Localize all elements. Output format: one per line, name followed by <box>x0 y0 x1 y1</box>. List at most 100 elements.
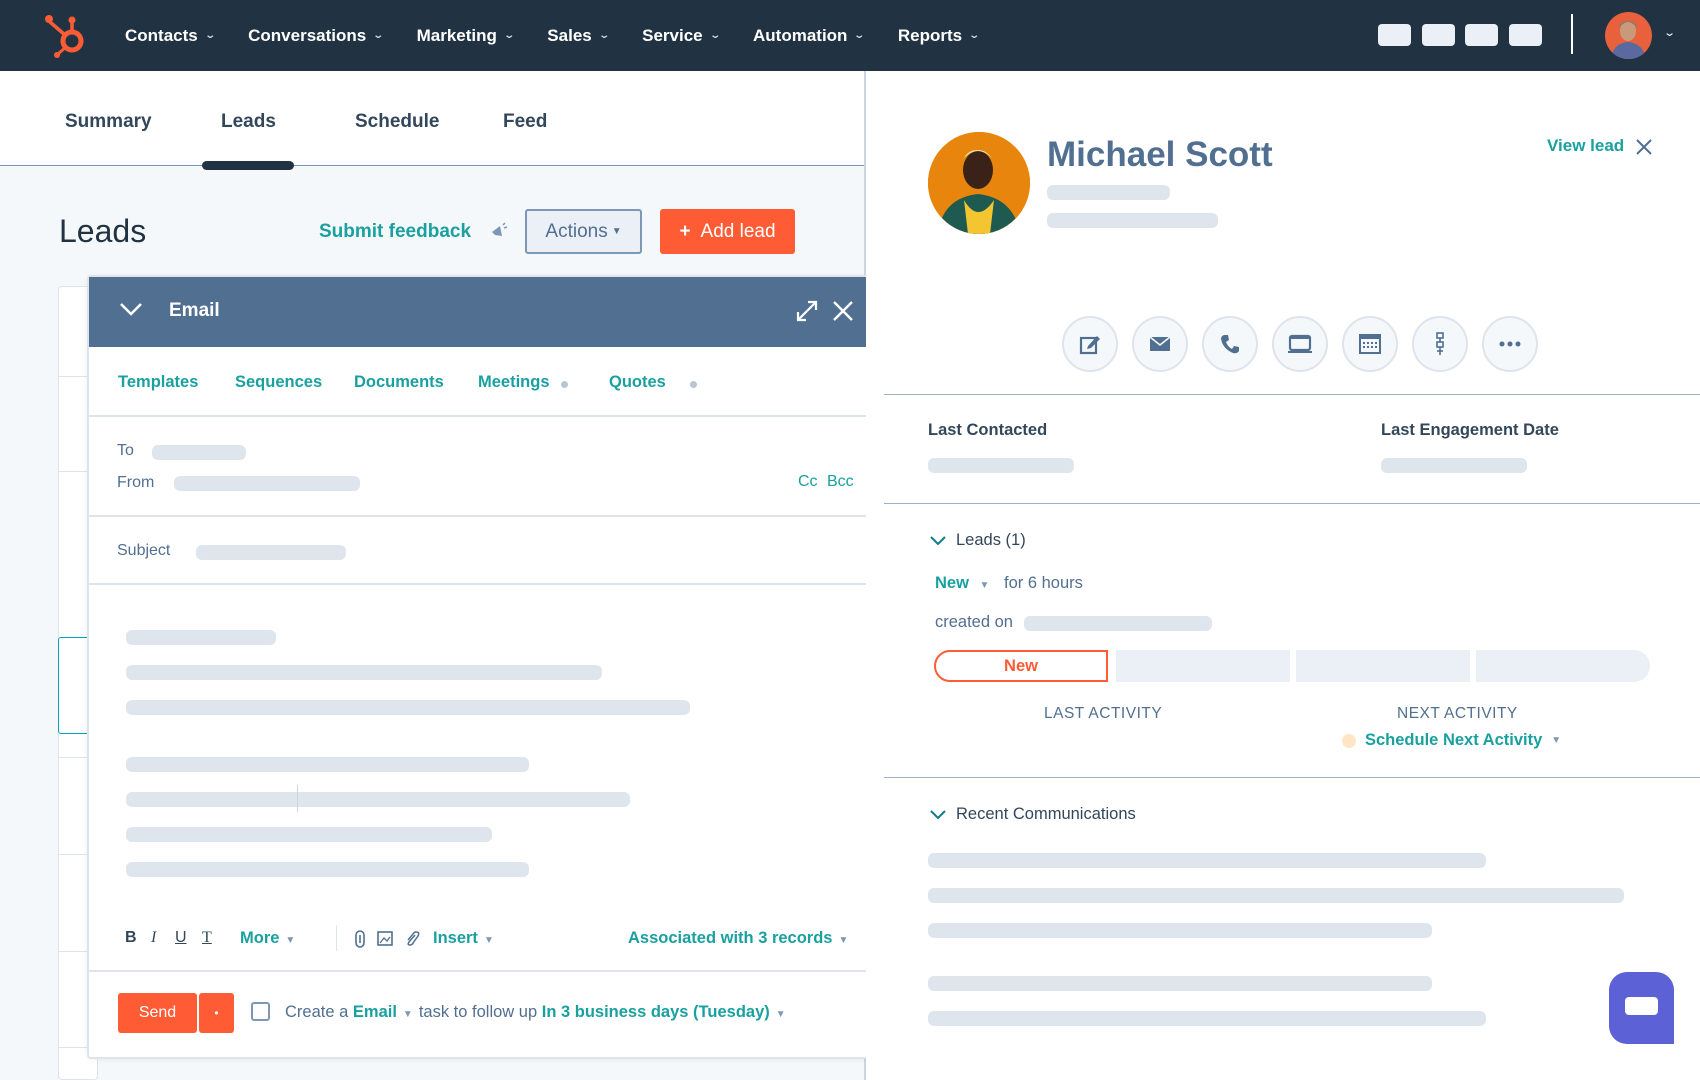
quotes-link[interactable]: Quotes <box>609 373 666 392</box>
tab-leads[interactable]: Leads <box>221 111 276 133</box>
tab-feed[interactable]: Feed <box>503 111 547 133</box>
chevron-down-icon <box>930 535 946 545</box>
body-text-placeholder <box>126 827 492 842</box>
bcc-link[interactable]: Bcc <box>827 473 854 491</box>
lead-status-dropdown[interactable]: New <box>935 574 969 592</box>
subject-field[interactable] <box>196 545 346 560</box>
utility-button-3[interactable] <box>1465 24 1498 46</box>
actions-label: Actions <box>545 220 608 242</box>
contact-preview-panel: Michael Scott View lead Last Contacted L… <box>866 71 1700 1080</box>
view-lead-link[interactable]: View lead <box>1547 136 1624 156</box>
send-options-button[interactable]: • <box>199 993 234 1033</box>
active-tab-indicator <box>202 161 294 170</box>
chat-launcher-button[interactable] <box>1609 972 1674 1044</box>
close-icon[interactable] <box>832 300 854 322</box>
add-lead-button[interactable]: + Add lead <box>660 209 795 254</box>
image-icon[interactable] <box>377 931 393 946</box>
status-dot <box>561 381 568 388</box>
hubspot-logo-icon[interactable] <box>44 12 90 58</box>
nav-divider <box>1571 14 1573 54</box>
submit-feedback-link[interactable]: Submit feedback <box>319 221 471 243</box>
chevron-down-icon: ⌄ <box>708 30 721 41</box>
meetings-link[interactable]: Meetings <box>478 373 550 392</box>
stage-segment[interactable] <box>1296 650 1470 682</box>
email-body-editor[interactable] <box>89 585 884 915</box>
from-field[interactable] <box>174 476 360 491</box>
underline-button[interactable]: U <box>175 929 187 947</box>
call-button[interactable] <box>1202 316 1258 372</box>
note-button[interactable] <box>1062 316 1118 372</box>
nav-service[interactable]: Service ⌄ <box>642 25 721 46</box>
body-text-placeholder <box>126 665 602 680</box>
caret-down-icon: ▼ <box>979 580 990 591</box>
utility-button-2[interactable] <box>1422 24 1455 46</box>
utility-button-1[interactable] <box>1378 24 1411 46</box>
to-field[interactable] <box>152 445 246 460</box>
communication-placeholder <box>928 1011 1486 1026</box>
schedule-next-activity-label: Schedule Next Activity <box>1365 731 1543 749</box>
expand-icon[interactable] <box>795 299 819 323</box>
sequence-button[interactable] <box>1412 316 1468 372</box>
tab-bar: Summary Leads Schedule Feed <box>0 71 864 170</box>
nav-marketing[interactable]: Marketing ⌄ <box>417 26 515 46</box>
sequences-link[interactable]: Sequences <box>235 373 322 392</box>
chevron-down-icon: ⌄ <box>968 30 981 41</box>
leads-section-toggle[interactable]: Leads (1) <box>930 531 1026 550</box>
stage-new[interactable]: New <box>934 650 1108 682</box>
nav-label: Service <box>642 25 703 45</box>
divider <box>89 515 884 517</box>
send-button[interactable]: Send <box>118 993 197 1033</box>
tab-schedule[interactable]: Schedule <box>355 111 439 133</box>
nav-automation[interactable]: Automation ⌄ <box>753 26 866 46</box>
stage-segment[interactable] <box>1476 650 1650 682</box>
caret-down-icon: ▼ <box>483 935 494 946</box>
task-type-dropdown[interactable]: Email <box>353 1003 397 1021</box>
body-text-placeholder <box>126 630 276 645</box>
utility-button-4[interactable] <box>1509 24 1542 46</box>
bold-button[interactable]: B <box>125 929 137 947</box>
created-on-value <box>1024 616 1212 631</box>
activity-status-dot <box>1342 733 1356 748</box>
nav-reports[interactable]: Reports ⌄ <box>898 26 981 46</box>
meeting-button[interactable] <box>1272 316 1328 372</box>
top-navigation-bar: Contacts ⌄ Conversations ⌄ Marketing ⌄ Sale… <box>0 0 1700 71</box>
body-text-placeholder <box>126 700 690 715</box>
more-actions-button[interactable] <box>1482 316 1538 372</box>
associated-records-dropdown[interactable]: Associated with 3 records ▼ <box>628 929 848 948</box>
contact-avatar <box>928 132 1030 234</box>
clear-format-button[interactable]: T <box>202 929 212 947</box>
schedule-button[interactable] <box>1342 316 1398 372</box>
follow-up-task-line: Create a Email ▼ task to follow up In 3 bu… <box>285 1003 792 1022</box>
cc-link[interactable]: Cc <box>798 473 818 491</box>
task-due-dropdown[interactable]: In 3 business days (Tuesday) <box>542 1003 770 1021</box>
more-dropdown[interactable]: More ▼ <box>240 929 295 948</box>
recent-communications-title: Recent Communications <box>956 805 1136 823</box>
nav-sales[interactable]: Sales ⌄ <box>547 25 610 46</box>
nav-conversations[interactable]: Conversations ⌄ <box>248 25 384 46</box>
caret-down-icon: ▼ <box>838 935 849 946</box>
close-panel-icon[interactable] <box>1635 138 1653 156</box>
nav-label: Sales <box>547 25 592 45</box>
nav-contacts[interactable]: Contacts ⌄ <box>125 26 216 46</box>
templates-link[interactable]: Templates <box>118 373 198 392</box>
add-lead-label: Add lead <box>700 220 776 242</box>
account-chevron-icon[interactable]: ⌄ <box>1663 26 1676 39</box>
italic-button[interactable]: I <box>151 929 156 947</box>
to-label: To <box>117 442 134 459</box>
collapse-chevron-icon[interactable] <box>119 297 143 321</box>
attachment-icon[interactable] <box>404 930 420 948</box>
link-icon[interactable] <box>354 930 366 948</box>
create-task-checkbox[interactable] <box>251 1002 270 1021</box>
user-avatar[interactable] <box>1605 12 1652 59</box>
nav-label: Conversations <box>248 25 367 45</box>
divider <box>89 415 884 417</box>
tab-summary[interactable]: Summary <box>65 111 152 133</box>
schedule-next-activity-dropdown[interactable]: Schedule Next Activity ▼ <box>1342 731 1561 750</box>
caret-down-icon: ▼ <box>775 1009 786 1020</box>
documents-link[interactable]: Documents <box>354 373 444 392</box>
recent-communications-toggle[interactable]: Recent Communications <box>930 805 1136 824</box>
insert-dropdown[interactable]: Insert ▼ <box>433 929 494 948</box>
actions-dropdown-button[interactable]: Actions ▼ <box>525 209 642 254</box>
email-button[interactable] <box>1132 316 1188 372</box>
stage-segment[interactable] <box>1116 650 1290 682</box>
